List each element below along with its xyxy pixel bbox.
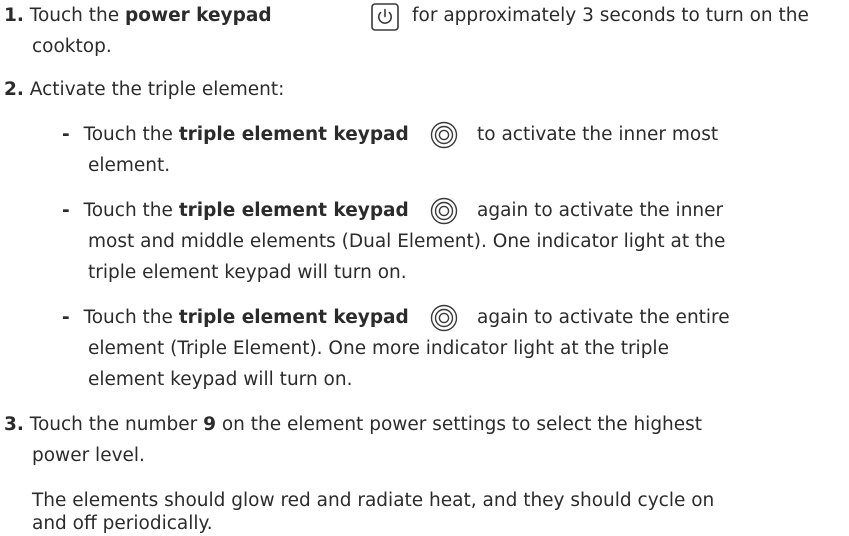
step-3-line-1: 3. Touch the number 9 on the element pow… [4,413,702,437]
substep-1-tail-2: element. [88,155,171,176]
triple-element-icon [430,121,458,149]
step-3-pre: Touch the number [29,414,204,435]
substep-2-tail-1: again to activate the inner [477,200,724,221]
substep-2-line-1: - Touch the triple element keypad [62,199,409,223]
step-3-number: 3. [4,414,24,435]
step-2-number: 2. [4,79,24,100]
triple-element-icon [430,197,458,225]
substep-3-line-1: - Touch the triple element keypad [62,306,409,330]
substep-3-pre: Touch the [83,307,179,328]
substep-3-bold: triple element keypad [178,307,409,328]
power-icon [371,3,399,31]
substep-1-tail-1: to activate the inner most [477,124,719,145]
step-3-bold: 9 [203,414,216,435]
substep-2-tail-2: most and middle elements (Dual Element).… [88,231,726,252]
substep-3-dash: - [62,307,70,328]
substep-2-pre: Touch the [83,200,179,221]
substep-1-pre: Touch the [83,124,179,145]
step-3-line-2: power level. [32,445,145,466]
substep-1-line-1: - Touch the triple element keypad [62,123,409,147]
substep-3-tail-1: again to activate the entire [477,307,730,328]
step-3-note-line-1: The elements should glow red and radiate… [32,490,715,511]
step-1-line-1: 1. Touch the power keypad [4,4,272,28]
step-2-text: Activate the triple element: [29,79,285,100]
substep-1-bold: triple element keypad [178,124,409,145]
step-2-line: 2. Activate the triple element: [4,78,284,102]
step-3-note-line-2: and off periodically. [32,513,213,534]
substep-2-bold: triple element keypad [178,200,409,221]
step-1-number: 1. [4,5,24,26]
substep-1-dash: - [62,124,70,145]
step-1-pre: Touch the [29,5,126,26]
substep-2-dash: - [62,200,70,221]
triple-element-icon [430,304,458,332]
substep-3-tail-2: element (Triple Element). One more indic… [88,338,669,359]
power-keypad-label: power keypad [125,5,272,26]
step-1-line-1-tail: for approximately 3 seconds to turn on t… [412,5,809,26]
substep-3-tail-3: element keypad will turn on. [88,369,353,390]
step-3-post: on the element power settings to select … [215,414,703,435]
step-1-line-2: cooktop. [32,36,112,57]
substep-2-tail-3: triple element keypad will turn on. [88,262,407,283]
